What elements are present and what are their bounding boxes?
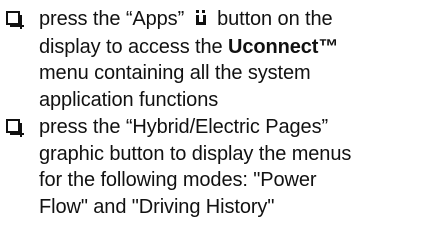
item-1-line-1-end: button on the xyxy=(217,8,333,30)
item-1-line-4: application functions xyxy=(39,88,219,111)
checkbox-bullet-icon xyxy=(6,11,24,29)
list-item-text: press the “Hybrid/Electric Pages” graphi… xyxy=(39,114,419,220)
item-2-line-1: press the “Hybrid/Electric Pages” xyxy=(39,116,329,138)
item-1-line-2-start: display to access the xyxy=(39,35,223,58)
uconnect-brand: Uconnect™ xyxy=(228,35,339,58)
item-1-line-1-start: press the “Apps” xyxy=(39,8,185,30)
item-2-line-3: for the following modes: "Power xyxy=(39,169,317,191)
apps-icon xyxy=(190,7,212,34)
list-item-text: press the “Apps” button on the display t… xyxy=(39,6,419,113)
instruction-list: press the “Apps” button on the display t… xyxy=(0,0,422,240)
item-2-line-2: graphic button to display the menus xyxy=(39,142,352,165)
checkbox-bullet-icon xyxy=(6,119,24,137)
item-2-line-4: Flow" and "Driving History" xyxy=(39,195,275,218)
item-1-line-3: menu containing all the system xyxy=(39,62,311,84)
